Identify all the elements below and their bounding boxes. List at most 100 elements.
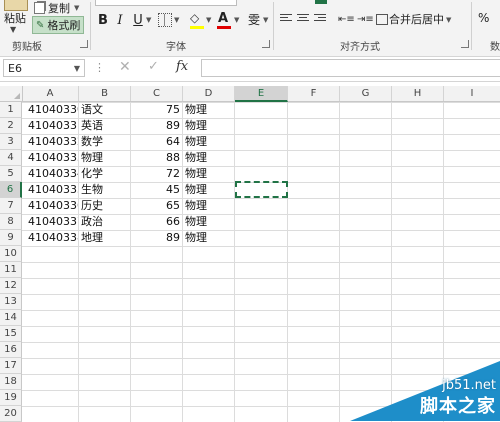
- clipboard-launcher-icon[interactable]: [80, 40, 88, 48]
- formula-input[interactable]: [201, 59, 500, 77]
- borders-dropdown-icon[interactable]: ▼: [174, 16, 179, 24]
- percent-style-button[interactable]: %: [478, 11, 489, 25]
- borders-icon[interactable]: [158, 13, 172, 27]
- cancel-icon[interactable]: ✕: [119, 59, 131, 75]
- phonetic-dropdown-icon[interactable]: ▼: [263, 16, 268, 24]
- cell-c[interactable]: 72: [131, 166, 182, 182]
- cell-a[interactable]: 41040331: [26, 118, 78, 134]
- row-header[interactable]: 16: [0, 342, 22, 358]
- column-header[interactable]: B: [79, 86, 131, 101]
- format-painter-button[interactable]: ✎ 格式刷: [32, 16, 85, 34]
- copy-dropdown-icon[interactable]: ▼: [74, 4, 79, 12]
- cell-c[interactable]: 45: [131, 182, 182, 198]
- cell-a[interactable]: 41040338: [26, 230, 78, 246]
- row-header[interactable]: 7: [0, 198, 22, 214]
- paste-button[interactable]: 粘贴: [4, 10, 26, 26]
- cell-a[interactable]: 41040332: [26, 134, 78, 150]
- decrease-indent-icon[interactable]: ⇤≡: [338, 14, 355, 25]
- enter-icon[interactable]: ✓: [148, 59, 159, 74]
- column-header[interactable]: C: [131, 86, 183, 101]
- cell-d[interactable]: 物理: [183, 118, 234, 134]
- row-header[interactable]: 15: [0, 326, 22, 342]
- column-header[interactable]: H: [392, 86, 444, 101]
- cell-b[interactable]: 英语: [79, 118, 130, 134]
- chevron-down-icon[interactable]: ▼: [74, 60, 80, 78]
- column-header[interactable]: G: [340, 86, 392, 101]
- row-header[interactable]: 4: [0, 150, 22, 166]
- paste-dropdown-icon[interactable]: ▼: [10, 25, 16, 34]
- column-header-selected[interactable]: E: [235, 86, 288, 102]
- row-header[interactable]: 17: [0, 358, 22, 374]
- align-left-icon[interactable]: [280, 14, 292, 24]
- row-header[interactable]: 2: [0, 118, 22, 134]
- insert-function-button[interactable]: fx: [176, 59, 188, 74]
- italic-button[interactable]: I: [113, 13, 127, 28]
- cell-b[interactable]: 物理: [79, 150, 130, 166]
- underline-button[interactable]: U: [131, 13, 145, 28]
- cell-d[interactable]: 物理: [183, 230, 234, 246]
- cell-d[interactable]: 物理: [183, 166, 234, 182]
- cell-c[interactable]: 89: [131, 118, 182, 134]
- cell-c[interactable]: 88: [131, 150, 182, 166]
- active-cell-e6[interactable]: [235, 181, 288, 198]
- cell-c[interactable]: 66: [131, 214, 182, 230]
- align-center-icon[interactable]: [297, 14, 309, 24]
- cell-a[interactable]: 41040334: [26, 166, 78, 182]
- row-header[interactable]: 8: [0, 214, 22, 230]
- cell-d[interactable]: 物理: [183, 150, 234, 166]
- cell-d[interactable]: 物理: [183, 182, 234, 198]
- alignment-launcher-icon[interactable]: [461, 40, 469, 48]
- cell-d[interactable]: 物理: [183, 214, 234, 230]
- wrap-text-button[interactable]: [315, 0, 327, 4]
- font-name-box[interactable]: [95, 0, 237, 6]
- cell-d[interactable]: 物理: [183, 134, 234, 150]
- row-header[interactable]: 3: [0, 134, 22, 150]
- phonetic-guide-button[interactable]: 雯: [248, 11, 260, 28]
- underline-dropdown-icon[interactable]: ▼: [146, 16, 151, 24]
- cell-c[interactable]: 75: [131, 102, 182, 118]
- cell-c[interactable]: 64: [131, 134, 182, 150]
- row-header[interactable]: 18: [0, 374, 22, 390]
- row-header[interactable]: 12: [0, 278, 22, 294]
- font-color-button[interactable]: A: [218, 11, 228, 26]
- cell-b[interactable]: 语文: [79, 102, 130, 118]
- row-header[interactable]: 5: [0, 166, 22, 182]
- row-header[interactable]: 11: [0, 262, 22, 278]
- name-box[interactable]: E6 ▼: [3, 59, 85, 77]
- cell-b[interactable]: 数学: [79, 134, 130, 150]
- column-header[interactable]: A: [22, 86, 79, 101]
- cell-a[interactable]: 41040333: [26, 150, 78, 166]
- cell-a[interactable]: 41040337: [26, 214, 78, 230]
- fill-color-dropdown-icon[interactable]: ▼: [206, 16, 211, 24]
- fill-color-icon[interactable]: ◇: [190, 11, 199, 25]
- align-right-icon[interactable]: [314, 14, 326, 24]
- bold-button[interactable]: B: [96, 13, 110, 28]
- column-header[interactable]: I: [444, 86, 500, 101]
- column-header[interactable]: D: [183, 86, 235, 101]
- cell-d[interactable]: 物理: [183, 198, 234, 214]
- row-header[interactable]: 9: [0, 230, 22, 246]
- row-header[interactable]: 13: [0, 294, 22, 310]
- font-color-dropdown-icon[interactable]: ▼: [234, 16, 239, 24]
- cell-b[interactable]: 生物: [79, 182, 130, 198]
- merge-center-button[interactable]: 合并后居中: [389, 11, 444, 27]
- merge-dropdown-icon[interactable]: ▼: [446, 16, 451, 24]
- cell-b[interactable]: 政治: [79, 214, 130, 230]
- cell-b[interactable]: 化学: [79, 166, 130, 182]
- cell-c[interactable]: 89: [131, 230, 182, 246]
- cell-d[interactable]: 物理: [183, 102, 234, 118]
- cell-b[interactable]: 历史: [79, 198, 130, 214]
- more-icon[interactable]: ⋮: [94, 61, 105, 74]
- row-header-selected[interactable]: 6: [0, 182, 22, 198]
- row-header[interactable]: 14: [0, 310, 22, 326]
- select-all-button[interactable]: [0, 86, 23, 101]
- font-launcher-icon[interactable]: [262, 40, 270, 48]
- column-header[interactable]: F: [288, 86, 340, 101]
- increase-indent-icon[interactable]: ⇥≡: [357, 14, 374, 25]
- row-header[interactable]: 1: [0, 102, 22, 118]
- cell-b[interactable]: 地理: [79, 230, 130, 246]
- copy-button[interactable]: 复制 ▼: [34, 0, 79, 16]
- cell-a[interactable]: 41040336: [26, 198, 78, 214]
- cell-a[interactable]: 41040335: [26, 182, 78, 198]
- merge-center-icon[interactable]: [376, 14, 388, 25]
